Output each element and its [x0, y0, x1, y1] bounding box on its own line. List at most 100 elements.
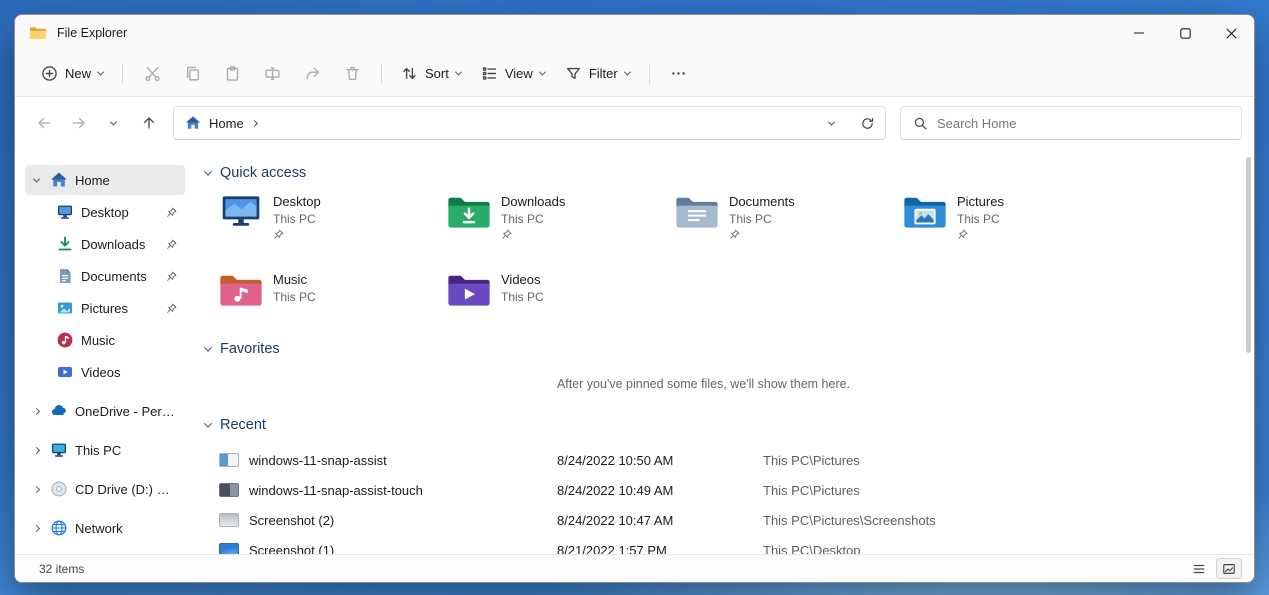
file-date: 8/24/2022 10:47 AM — [557, 513, 753, 528]
recent-file-row[interactable]: windows-11-snap-assist 8/24/2022 10:50 A… — [203, 445, 1244, 475]
view-button[interactable]: View — [471, 57, 555, 91]
statusbar-view-toggles — [1186, 558, 1242, 579]
quick-access-item-desktop[interactable]: Desktop This PC — [219, 193, 447, 245]
documents-folder-icon — [675, 193, 719, 231]
desktop-icon — [56, 203, 74, 221]
vertical-scrollbar[interactable] — [1246, 157, 1251, 353]
pin-icon — [501, 229, 512, 240]
details-view-button[interactable] — [1186, 558, 1212, 579]
sidebar-item-network[interactable]: Network — [25, 513, 185, 543]
chevron-down-icon[interactable] — [204, 419, 212, 427]
sidebar-item-cd-drive[interactable]: CD Drive (D:) Virtual — [25, 474, 185, 504]
folder-name: Downloads — [501, 194, 565, 209]
file-location: This PC\Pictures\Screenshots — [763, 513, 936, 528]
file-name: windows-11-snap-assist-touch — [249, 483, 547, 498]
sidebar-item-label: Music — [81, 333, 115, 348]
sidebar-item-this-pc[interactable]: This PC — [25, 435, 185, 465]
refresh-button[interactable] — [853, 109, 881, 137]
details-view-icon — [1192, 562, 1206, 576]
sidebar-item-label: Home — [75, 173, 110, 188]
rename-icon — [264, 65, 281, 82]
favorites-empty-message: After you've pinned some files, we'll sh… — [203, 377, 1204, 391]
sidebar-item-pictures[interactable]: Pictures — [31, 293, 185, 323]
quick-access-item-videos[interactable]: Videos This PC — [447, 271, 675, 309]
maximize-button[interactable] — [1162, 15, 1208, 51]
ellipsis-icon — [670, 65, 687, 82]
sidebar-item-desktop[interactable]: Desktop — [31, 197, 185, 227]
favorites-header[interactable]: Favorites — [205, 341, 1244, 357]
sidebar-item-videos[interactable]: Videos — [31, 357, 185, 387]
quick-access-header[interactable]: Quick access — [205, 165, 1244, 181]
filter-label: Filter — [589, 66, 618, 81]
quick-access-item-music[interactable]: Music This PC — [219, 271, 447, 309]
paste-button[interactable] — [212, 57, 252, 91]
up-arrow-icon — [141, 115, 157, 131]
chevron-right-icon[interactable] — [29, 526, 43, 531]
recent-locations-button[interactable] — [97, 107, 130, 140]
tile-text: Pictures This PC — [957, 193, 1004, 245]
recent-file-row[interactable]: windows-11-snap-assist-touch 8/24/2022 1… — [203, 475, 1244, 505]
network-globe-icon — [50, 519, 68, 537]
up-button[interactable] — [132, 107, 165, 140]
quick-access-item-downloads[interactable]: Downloads This PC — [447, 193, 675, 245]
pin-icon — [273, 229, 284, 240]
tile-text: Desktop This PC — [273, 193, 321, 245]
minimize-button[interactable] — [1116, 15, 1162, 51]
recent-section: Recent windows-11-snap-assist 8/24/2022 … — [203, 417, 1244, 554]
search-input[interactable] — [937, 116, 1229, 131]
share-icon — [304, 65, 321, 82]
sidebar-item-onedrive[interactable]: OneDrive - Personal — [25, 396, 185, 426]
rename-button[interactable] — [252, 57, 292, 91]
chevron-down-icon[interactable] — [29, 178, 43, 183]
forward-arrow-icon — [71, 115, 87, 131]
thumbnails-view-icon — [1222, 562, 1236, 576]
sidebar-item-home[interactable]: Home — [25, 165, 185, 195]
chevron-right-icon[interactable] — [29, 448, 43, 453]
large-thumbnails-view-button[interactable] — [1216, 558, 1242, 579]
close-button[interactable] — [1208, 15, 1254, 51]
filter-button[interactable]: Filter — [555, 57, 640, 91]
sort-button[interactable]: Sort — [391, 57, 471, 91]
recent-file-list: windows-11-snap-assist 8/24/2022 10:50 A… — [203, 445, 1244, 554]
window-title: File Explorer — [57, 26, 127, 40]
sidebar-item-label: OneDrive - Personal — [75, 404, 177, 419]
search-box[interactable] — [900, 106, 1242, 140]
sidebar-item-music[interactable]: Music — [31, 325, 185, 355]
chevron-right-icon[interactable] — [29, 409, 43, 414]
chevron-down-icon[interactable] — [204, 343, 212, 351]
recent-header[interactable]: Recent — [205, 417, 1244, 433]
chevron-down-icon[interactable] — [204, 167, 212, 175]
sidebar-item-documents[interactable]: Documents — [31, 261, 185, 291]
section-title: Favorites — [220, 341, 280, 357]
view-label: View — [505, 66, 533, 81]
delete-button[interactable] — [332, 57, 372, 91]
quick-access-item-documents[interactable]: Documents This PC — [675, 193, 903, 245]
onedrive-cloud-icon — [50, 402, 68, 420]
back-button[interactable] — [27, 107, 60, 140]
breadcrumb-home[interactable]: Home — [209, 116, 244, 131]
new-label: New — [65, 66, 91, 81]
chevron-right-icon[interactable] — [29, 487, 43, 492]
titlebar[interactable]: File Explorer — [15, 15, 1254, 51]
tile-text: Documents This PC — [729, 193, 795, 245]
toolbar-separator — [122, 64, 123, 84]
address-bar[interactable]: Home — [173, 106, 886, 140]
forward-button[interactable] — [62, 107, 95, 140]
recent-file-row[interactable]: Screenshot (1) 8/21/2022 1:57 PM This PC… — [203, 535, 1244, 554]
sidebar-item-downloads[interactable]: Downloads — [31, 229, 185, 259]
more-options-button[interactable] — [659, 57, 699, 91]
copy-button[interactable] — [172, 57, 212, 91]
status-bar: 32 items — [15, 554, 1254, 582]
address-dropdown-button[interactable] — [817, 109, 845, 137]
pictures-folder-icon — [903, 193, 947, 231]
view-icon — [481, 65, 498, 82]
share-button[interactable] — [292, 57, 332, 91]
quick-access-item-pictures[interactable]: Pictures This PC — [903, 193, 1131, 245]
chevron-down-icon — [110, 118, 117, 125]
recent-file-row[interactable]: Screenshot (2) 8/24/2022 10:47 AM This P… — [203, 505, 1244, 535]
new-button[interactable]: New — [31, 57, 113, 91]
cut-button[interactable] — [132, 57, 172, 91]
folder-location: This PC — [273, 290, 316, 304]
sidebar-item-label: Desktop — [81, 205, 129, 220]
file-location: This PC\Pictures — [763, 483, 860, 498]
